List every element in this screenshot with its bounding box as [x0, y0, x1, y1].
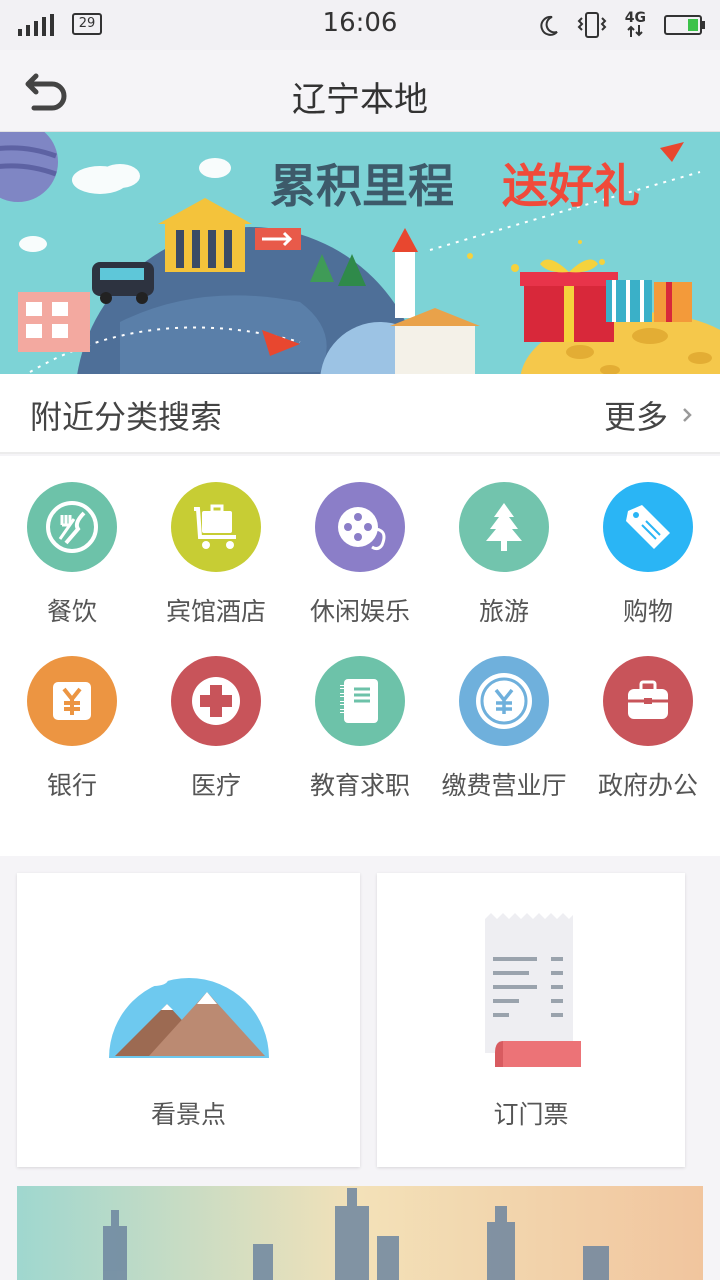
tree-icon — [459, 482, 549, 572]
category-hotel[interactable]: 宾馆酒店 — [144, 482, 288, 652]
card-label: 看景点 — [150, 1100, 226, 1129]
banner-headline-dark: 累积里程 — [270, 159, 454, 213]
category-label: 购物 — [622, 597, 673, 626]
category-entertainment[interactable]: 休闲娱乐 — [288, 482, 432, 652]
status-time: 16:06 — [322, 8, 398, 38]
card-tickets[interactable]: 订门票 — [377, 873, 685, 1167]
medical-cross-icon — [171, 656, 261, 746]
notification-count-badge: 29 — [72, 13, 102, 35]
category-label: 医疗 — [190, 771, 241, 800]
category-dining[interactable]: 餐饮 — [0, 482, 144, 652]
category-travel[interactable]: 旅游 — [432, 482, 576, 652]
category-grid: 餐饮 宾馆酒店 休闲娱乐 旅游 购物 银行 医疗 教育求职 缴费营业厅 政府办公 — [0, 456, 720, 856]
more-link[interactable]: 更多 — [604, 392, 694, 438]
category-label: 餐饮 — [46, 597, 97, 626]
luggage-cart-icon — [171, 482, 261, 572]
category-label: 宾馆酒店 — [165, 597, 266, 626]
ticket-receipt-icon — [485, 913, 581, 1067]
nearby-category-header: 附近分类搜索 更多 — [0, 374, 720, 454]
card-label: 订门票 — [493, 1100, 569, 1129]
category-label: 银行 — [46, 771, 97, 800]
category-label: 缴费营业厅 — [441, 771, 567, 800]
banner-headline-accent: 送好礼 — [502, 159, 640, 213]
yen-coin-icon — [459, 656, 549, 746]
more-label: 更多 — [603, 398, 668, 436]
category-education[interactable]: 教育求职 — [288, 656, 432, 826]
city-skyline-image[interactable] — [17, 1186, 703, 1280]
mountain-scenery-icon — [109, 956, 269, 1058]
category-payment-hall[interactable]: 缴费营业厅 — [432, 656, 576, 826]
vibrate-icon — [577, 12, 607, 38]
battery-icon — [664, 15, 705, 35]
page-title: 辽宁本地 — [292, 80, 428, 120]
app-header: 辽宁本地 — [0, 50, 720, 132]
category-label: 旅游 — [478, 597, 529, 626]
price-tag-icon — [603, 482, 693, 572]
category-label: 政府办公 — [597, 771, 698, 800]
chevron-right-icon — [683, 408, 692, 422]
briefcase-icon — [603, 656, 693, 746]
category-shopping[interactable]: 购物 — [576, 482, 720, 652]
card-attractions[interactable]: 看景点 — [17, 873, 360, 1167]
notebook-icon — [315, 656, 405, 746]
banner-illustration: 累积里程 送好礼 — [0, 132, 720, 374]
network-type: 4G — [625, 11, 646, 40]
category-label: 教育求职 — [309, 771, 410, 800]
category-medical[interactable]: 医疗 — [144, 656, 288, 826]
film-reel-icon — [315, 482, 405, 572]
category-government[interactable]: 政府办公 — [576, 656, 720, 826]
nearby-title: 附近分类搜索 — [30, 398, 223, 436]
promo-banner[interactable]: 累积里程 送好礼 — [0, 132, 720, 374]
status-icons: 4G — [539, 10, 706, 40]
city-skyline-illustration — [17, 1186, 703, 1280]
dining-icon — [27, 482, 117, 572]
data-arrows-icon — [627, 24, 644, 37]
yen-bill-icon — [27, 656, 117, 746]
category-bank[interactable]: 银行 — [0, 656, 144, 826]
signal-strength-icon — [18, 14, 54, 36]
do-not-disturb-moon-icon — [540, 15, 558, 36]
status-bar: 29 16:06 4G — [0, 0, 720, 50]
category-label: 休闲娱乐 — [309, 597, 410, 626]
